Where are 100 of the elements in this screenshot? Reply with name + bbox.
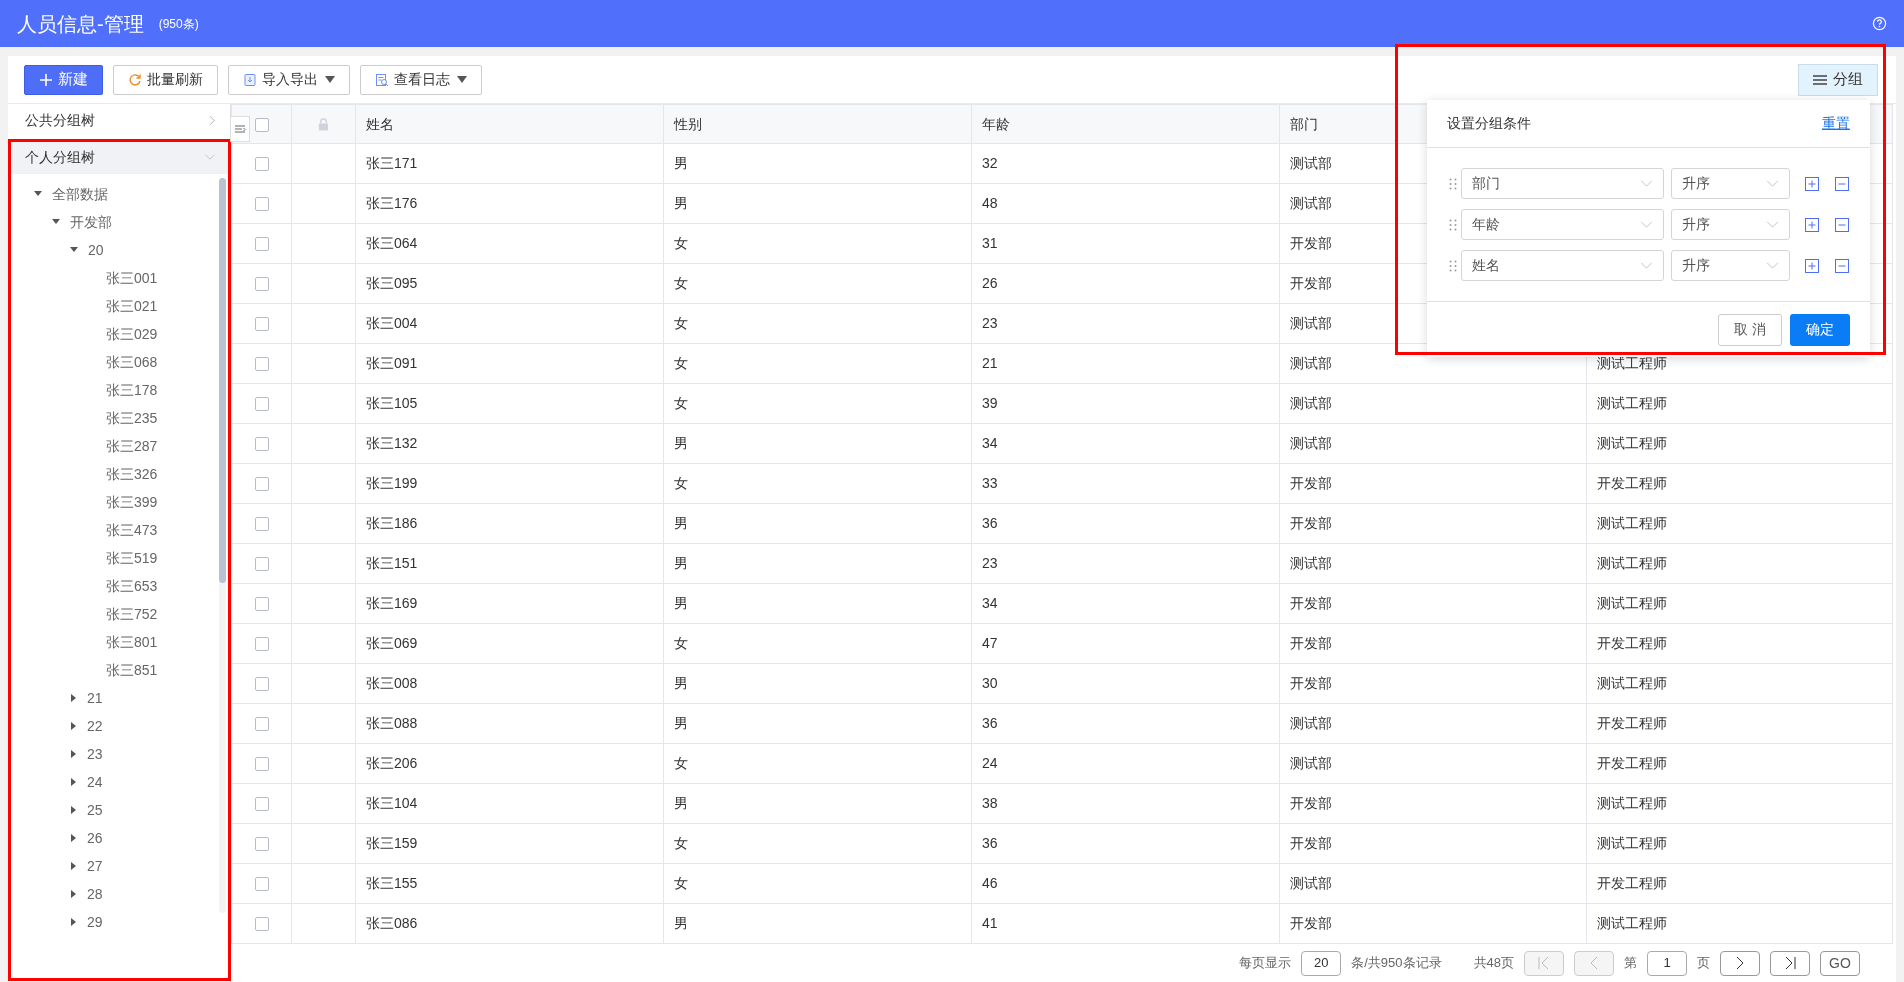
remove-icon[interactable] — [1835, 258, 1849, 273]
table-cell: 开发工程师 — [1586, 623, 1893, 664]
tree-item[interactable]: 张三399 — [106, 491, 158, 513]
tree-item[interactable]: 23 — [87, 743, 103, 765]
order-select[interactable]: 升序 — [1671, 250, 1790, 281]
order-select[interactable]: 升序 — [1671, 209, 1790, 240]
tree-item[interactable]: 张三001 — [106, 267, 158, 289]
caret-right-icon[interactable] — [71, 778, 77, 786]
tree-item[interactable]: 张三851 — [106, 659, 158, 681]
table-cell: 34 — [971, 583, 1280, 624]
checkbox[interactable] — [254, 237, 269, 252]
checkbox[interactable] — [254, 877, 269, 892]
tree-item[interactable]: 张三752 — [106, 603, 158, 625]
remove-icon[interactable] — [1835, 176, 1849, 191]
tree-item[interactable]: 张三235 — [106, 407, 158, 429]
caret-right-icon[interactable] — [71, 890, 77, 898]
help-icon[interactable] — [1872, 16, 1887, 31]
panel-title: 设置分组条件 — [1447, 114, 1532, 133]
table-cell: 女 — [663, 343, 972, 384]
tree-item[interactable]: 张三178 — [106, 379, 158, 401]
checkbox[interactable] — [254, 117, 269, 132]
checkbox[interactable] — [254, 597, 269, 612]
tree-item[interactable]: 29 — [87, 911, 103, 933]
caret-right-icon[interactable] — [71, 806, 77, 814]
tree-item[interactable]: 24 — [87, 771, 103, 793]
tree-item[interactable]: 27 — [87, 855, 103, 877]
checkbox[interactable] — [254, 197, 269, 212]
checkbox[interactable] — [254, 317, 269, 332]
add-icon[interactable] — [1805, 258, 1819, 273]
checkbox[interactable] — [254, 477, 269, 492]
group-button[interactable]: 分组 — [1798, 63, 1878, 96]
checkbox[interactable] — [254, 717, 269, 732]
caret-right-icon[interactable] — [71, 750, 77, 758]
drag-handle-icon[interactable] — [1449, 177, 1457, 190]
caret-right-icon[interactable] — [71, 722, 77, 730]
refresh-button[interactable]: 批量刷新 — [113, 64, 218, 95]
page-size-field[interactable]: 20 — [1301, 950, 1342, 976]
checkbox[interactable] — [254, 517, 269, 532]
new-button[interactable]: 新建 — [24, 64, 103, 95]
scrollbar-thumb[interactable] — [219, 178, 226, 583]
tree-item[interactable]: 21 — [87, 687, 103, 709]
checkbox[interactable] — [254, 277, 269, 292]
tree-item[interactable]: 张三068 — [106, 351, 158, 373]
remove-icon[interactable] — [1835, 217, 1849, 232]
confirm-button[interactable]: 确定 — [1790, 313, 1850, 346]
checkbox[interactable] — [254, 677, 269, 692]
tree-item[interactable]: 22 — [87, 715, 103, 737]
tree-item[interactable]: 26 — [87, 827, 103, 849]
caret-down-icon[interactable] — [70, 247, 78, 253]
checkbox[interactable] — [254, 637, 269, 652]
tree-item[interactable]: 20 — [88, 239, 104, 261]
dropdown-button[interactable]: 导入导出 — [228, 64, 350, 95]
dropdown-button[interactable]: 查看日志 — [360, 64, 482, 95]
page-nav-button[interactable] — [1770, 950, 1810, 976]
checkbox[interactable] — [254, 397, 269, 412]
add-icon[interactable] — [1805, 217, 1819, 232]
reset-link[interactable]: 重置 — [1822, 113, 1850, 134]
caret-right-icon[interactable] — [71, 694, 77, 702]
table-cell: 女 — [663, 383, 972, 424]
tree-section-header[interactable]: 个人分组树 — [8, 141, 230, 174]
field-select[interactable]: 部门 — [1461, 168, 1664, 199]
tree-item[interactable]: 张三287 — [106, 435, 158, 457]
checkbox[interactable] — [254, 757, 269, 772]
page-nav-button[interactable] — [1720, 950, 1760, 976]
checkbox[interactable] — [254, 157, 269, 172]
tree-item[interactable]: 张三029 — [106, 323, 158, 345]
caret-right-icon[interactable] — [71, 918, 77, 926]
tree-item[interactable]: 张三653 — [106, 575, 158, 597]
checkbox[interactable] — [254, 357, 269, 372]
checkbox[interactable] — [254, 437, 269, 452]
caret-right-icon[interactable] — [71, 862, 77, 870]
drag-handle-icon[interactable] — [1449, 218, 1457, 231]
order-select[interactable]: 升序 — [1671, 168, 1790, 199]
checkbox[interactable] — [254, 797, 269, 812]
checkbox[interactable] — [254, 837, 269, 852]
caret-down-icon[interactable] — [34, 191, 42, 197]
go-button[interactable]: GO — [1820, 950, 1860, 976]
tree-item[interactable]: 张三801 — [106, 631, 158, 653]
table-cell: 张三004 — [355, 303, 664, 344]
tree-item[interactable]: 张三473 — [106, 519, 158, 541]
tree-item[interactable]: 25 — [87, 799, 103, 821]
drag-handle-icon[interactable] — [1449, 259, 1457, 272]
table-cell: 女 — [663, 743, 972, 784]
tree-item[interactable]: 张三519 — [106, 547, 158, 569]
cancel-button[interactable]: 取 消 — [1718, 313, 1782, 346]
tree-item[interactable]: 全部数据 — [52, 183, 108, 205]
caret-right-icon[interactable] — [71, 834, 77, 842]
tree-item[interactable]: 张三326 — [106, 463, 158, 485]
table-cell: 测试工程师 — [1586, 823, 1893, 864]
tree-item[interactable]: 开发部 — [70, 211, 112, 233]
tree-item[interactable]: 张三021 — [106, 295, 158, 317]
tree-item[interactable]: 28 — [87, 883, 103, 905]
caret-down-icon[interactable] — [52, 219, 60, 225]
field-select[interactable]: 姓名 — [1461, 250, 1664, 281]
add-icon[interactable] — [1805, 176, 1819, 191]
checkbox[interactable] — [254, 557, 269, 572]
page-number-field[interactable]: 1 — [1647, 950, 1687, 976]
checkbox[interactable] — [254, 917, 269, 932]
collapse-toggle[interactable] — [230, 116, 250, 142]
field-select[interactable]: 年龄 — [1461, 209, 1664, 240]
